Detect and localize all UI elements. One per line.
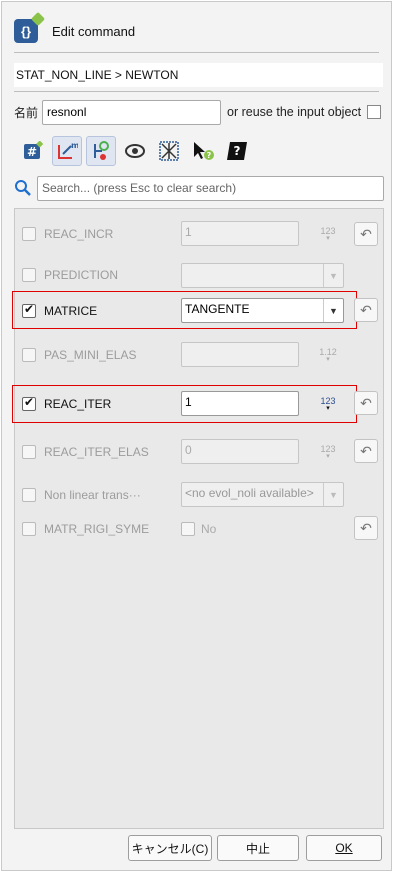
reset-icon[interactable]: ↶ — [354, 516, 378, 540]
reac-iter-elas-checkbox[interactable] — [22, 445, 36, 459]
dialog-header: {} Edit command — [14, 11, 136, 47]
edit-command-dialog: {} Edit command STAT_NON_LINE > NEWTON 名… — [1, 1, 392, 871]
edit-command-icon: {} — [14, 11, 46, 43]
svg-text:?: ? — [234, 144, 241, 158]
reac-iter-field[interactable]: 1 — [181, 391, 299, 416]
non-linear-label: Non linear trans··· — [44, 488, 141, 502]
reset-icon[interactable]: ↶ — [354, 298, 378, 322]
reset-icon[interactable]: ↶ — [354, 439, 378, 463]
cancel-button[interactable]: キャンセル(C) — [128, 835, 212, 861]
reac-incr-label: REAC_INCR — [44, 227, 114, 241]
integer-type-icon: 123 ▾ — [320, 396, 336, 412]
name-row: 名前 or reuse the input object — [14, 99, 384, 125]
reac-iter-elas-label: REAC_ITER_ELAS — [44, 445, 149, 459]
measure-icon[interactable]: m — [52, 136, 82, 166]
matr-rigi-syme-value: No — [201, 522, 217, 536]
matrice-checkbox[interactable] — [22, 302, 36, 318]
chevron-down-icon: ▼ — [323, 299, 343, 322]
prediction-label: PREDICTION — [44, 268, 119, 282]
pas-mini-elas-checkbox[interactable] — [22, 348, 36, 362]
dialog-footer: キャンセル(C) 中止 OK — [14, 835, 384, 863]
reset-icon[interactable]: ↶ — [354, 391, 378, 415]
pas-mini-elas-label: PAS_MINI_ELAS — [44, 348, 137, 362]
name-label: 名前 — [14, 105, 39, 120]
svg-text:?: ? — [207, 151, 212, 160]
svg-text:#: # — [27, 145, 37, 159]
comment-icon[interactable]: ? — [222, 136, 252, 166]
param-row-reac-iter-elas: REAC_ITER_ELAS 0 123 ▾ ↶ — [15, 437, 383, 467]
prediction-combo[interactable]: ▼ — [181, 263, 344, 288]
search-input[interactable] — [37, 175, 384, 201]
param-row-pas-mini-elas: PAS_MINI_ELAS 1.12 ▾ — [15, 340, 383, 370]
toolbar: # m ? ? — [18, 135, 256, 167]
param-row-matr-rigi-syme: MATR_RIGI_SYME No ↶ — [15, 514, 383, 544]
abort-button[interactable]: 中止 — [217, 835, 299, 861]
hash-tag-icon[interactable]: # — [18, 136, 48, 166]
non-linear-checkbox[interactable] — [22, 488, 36, 502]
matrice-combo[interactable]: TANGENTE ▼ — [181, 298, 344, 323]
header-divider — [14, 52, 379, 53]
dialog-title: Edit command — [52, 23, 136, 39]
reac-incr-field[interactable]: 1 — [181, 221, 299, 246]
breadcrumb-divider — [14, 91, 379, 92]
tree-icon[interactable] — [86, 136, 116, 166]
help-cursor-icon[interactable]: ? — [188, 136, 218, 166]
param-row-matrice: MATRICE TANGENTE▼ ↶ — [15, 296, 383, 326]
param-row-non-linear: Non linear trans··· <no evol_noli availa… — [15, 481, 383, 511]
search-icon — [15, 180, 31, 196]
eye-icon[interactable] — [120, 136, 150, 166]
pas-mini-elas-field[interactable] — [181, 342, 299, 367]
matr-rigi-syme-label: MATR_RIGI_SYME — [44, 522, 150, 536]
non-linear-combo[interactable]: <no evol_noli available> ▼ — [181, 482, 344, 507]
search-row — [14, 175, 384, 201]
svg-text:m: m — [71, 141, 78, 150]
reac-incr-checkbox[interactable] — [22, 227, 36, 241]
name-input[interactable] — [42, 99, 222, 125]
chevron-down-icon: ▼ — [323, 264, 343, 287]
matr-rigi-syme-value-checkbox[interactable] — [181, 522, 195, 536]
breadcrumb: STAT_NON_LINE > NEWTON — [14, 63, 383, 87]
reac-iter-checkbox[interactable] — [22, 395, 36, 411]
matrice-label: MATRICE — [44, 304, 98, 318]
chevron-down-icon: ▼ — [323, 483, 343, 506]
param-row-prediction: PREDICTION ▼ — [15, 261, 383, 291]
reac-iter-elas-field[interactable]: 0 — [181, 439, 299, 464]
ok-button[interactable]: OK — [306, 835, 382, 861]
param-row-reac-iter: REAC_ITER 1 123▾ ↶ — [15, 390, 383, 420]
reset-icon[interactable]: ↶ — [354, 222, 378, 246]
param-row-reac-incr: REAC_INCR 1 123 ▾ ↶ — [15, 219, 383, 249]
float-type-icon: 1.12 ▾ — [319, 347, 337, 363]
reuse-checkbox[interactable] — [367, 105, 382, 119]
mesh-icon[interactable] — [154, 136, 184, 166]
reuse-label: or reuse the input object — [227, 105, 362, 119]
integer-type-icon: 123 ▾ — [320, 226, 336, 242]
parameters-panel: REAC_INCR 1 123▾ ↶ PREDICTION ▼ MATRICE … — [12, 208, 384, 829]
integer-type-icon: 123 ▾ — [320, 444, 336, 460]
reac-iter-label: REAC_ITER — [44, 397, 112, 411]
matr-rigi-syme-checkbox[interactable] — [22, 522, 36, 536]
prediction-checkbox[interactable] — [22, 268, 36, 282]
